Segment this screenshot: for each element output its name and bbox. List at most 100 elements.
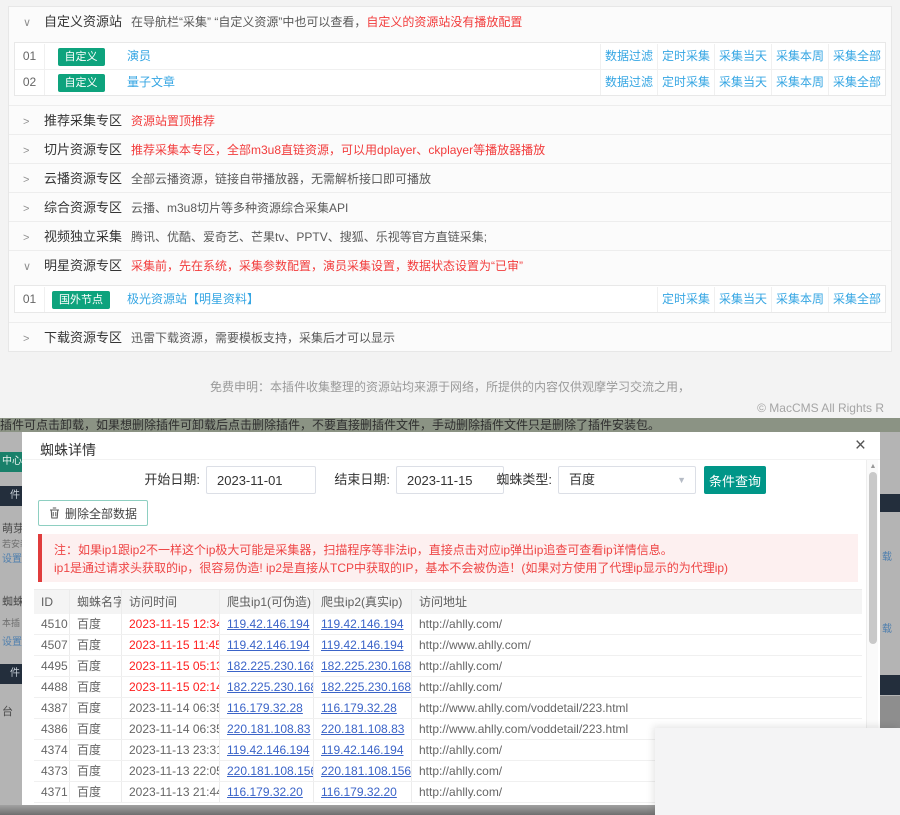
section-recommend[interactable]: >推荐采集专区资源站置顶推荐 (9, 105, 891, 134)
bg-fragment-link: 设置 (2, 633, 22, 648)
action-collect-week[interactable]: 采集本周 (776, 49, 824, 63)
custom-sites-table: 01 自定义 演员 数据过滤 定时采集 采集当天 采集本周 采集全部 02 自定… (14, 42, 886, 96)
section-title: 视频独立采集 (44, 229, 122, 244)
spider-row: 4507 百度 2023-11-15 11:45:15 119.42.146.1… (34, 635, 862, 656)
action-collect-week[interactable]: 采集本周 (776, 292, 824, 306)
collapse-arrow-icon: > (23, 108, 35, 134)
ip1-link[interactable]: 119.42.146.194 (227, 638, 310, 652)
ip1-link[interactable]: 116.179.32.20 (227, 785, 303, 799)
visit-time: 2023-11-13 22:05:50 (122, 761, 220, 781)
action-collect-week[interactable]: 采集本周 (776, 75, 824, 89)
section-desc: 迅雷下载资源，需要模板支持，采集后才可以显示 (131, 331, 395, 345)
action-collect-all[interactable]: 采集全部 (833, 49, 881, 63)
section-custom-sites[interactable]: ∨自定义资源站在导航栏“采集” “自定义资源”中也可以查看，自定义的资源站没有播… (9, 7, 891, 36)
star-table: 01 国外节点 极光资源站【明星资料】 定时采集 采集当天 采集本周 采集全部 (14, 285, 886, 313)
row-index: 02 (15, 70, 45, 95)
spider-name: 百度 (70, 614, 122, 634)
action-data-filter[interactable]: 数据过滤 (605, 75, 653, 89)
action-timed-collect[interactable]: 定时采集 (662, 49, 710, 63)
spider-id: 4374 (34, 740, 70, 760)
ip1-link[interactable]: 119.42.146.194 (227, 617, 310, 631)
spider-name: 百度 (70, 677, 122, 697)
spider-name: 百度 (70, 782, 122, 802)
action-collect-all[interactable]: 采集全部 (833, 75, 881, 89)
section-download[interactable]: >下载资源专区迅雷下载资源，需要模板支持，采集后才可以显示 (9, 322, 891, 351)
ip2-link[interactable]: 220.181.108.83 (321, 722, 404, 736)
resource-link[interactable]: 极光资源站【明星资料】 (127, 292, 259, 306)
collapse-arrow-icon: > (23, 195, 35, 221)
start-date-input[interactable] (206, 466, 316, 494)
ip2-link[interactable]: 182.225.230.168 (321, 680, 411, 694)
ip1-link[interactable]: 182.225.230.168 (227, 680, 314, 694)
end-date-label: 结束日期: (328, 466, 390, 494)
action-collect-today[interactable]: 采集当天 (719, 49, 767, 63)
action-data-filter[interactable]: 数据过滤 (605, 49, 653, 63)
section-title: 云播资源专区 (44, 171, 122, 186)
visit-time: 2023-11-13 21:44:07 (122, 782, 220, 802)
section-video-direct[interactable]: >视频独立采集腾讯、优酷、爱奇艺、芒果tv、PPTV、搜狐、乐视等官方直链采集; (9, 221, 891, 250)
bg-fragment-text: 蜘蛛 (2, 593, 24, 609)
ip2-link[interactable]: 182.225.230.168 (321, 659, 411, 673)
ip2-link[interactable]: 119.42.146.194 (321, 617, 404, 631)
scroll-up-icon[interactable]: ▲ (867, 463, 879, 470)
delete-all-button[interactable]: 删除全部数据 (38, 500, 148, 526)
chevron-down-icon: ▼ (677, 467, 686, 493)
ip1-link[interactable]: 220.181.108.83 (227, 722, 310, 736)
modal-title: 蜘蛛详情 (40, 440, 96, 460)
ip2-link[interactable]: 220.181.108.156 (321, 764, 411, 778)
section-composite[interactable]: >综合资源专区云播、m3u8切片等多种资源综合采集API (9, 192, 891, 221)
visit-url: http://ahlly.com/ (412, 677, 862, 697)
ip1-link[interactable]: 220.181.108.156 (227, 764, 314, 778)
spider-type-label: 蜘蛛类型: (484, 466, 552, 494)
spider-row: 4387 百度 2023-11-14 06:35:41 116.179.32.2… (34, 698, 862, 719)
row-index: 01 (15, 44, 45, 69)
spider-id: 4495 (34, 656, 70, 676)
ip2-link[interactable]: 119.42.146.194 (321, 638, 404, 652)
scrollbar-thumb[interactable] (869, 472, 877, 644)
spider-row: 4488 百度 2023-11-15 02:14:28 182.225.230.… (34, 677, 862, 698)
action-collect-today[interactable]: 采集当天 (719, 75, 767, 89)
visit-url: http://www.ahlly.com/ (412, 635, 862, 655)
ip2-link[interactable]: 119.42.146.194 (321, 743, 404, 757)
section-desc: 在导航栏“采集” “自定义资源”中也可以查看， (131, 15, 366, 29)
resource-accordion: ∨自定义资源站在导航栏“采集” “自定义资源”中也可以查看，自定义的资源站没有播… (8, 6, 892, 352)
resource-link[interactable]: 演员 (127, 49, 151, 63)
query-button[interactable]: 条件查询 (704, 466, 766, 494)
spider-table-header: ID 蜘蛛名字 访问时间 爬虫ip1(可伪造) 爬虫ip2(真实ip) 访问地址 (34, 590, 862, 614)
bg-fragment-text: 本插 (2, 616, 20, 629)
section-desc-warning: 资源站置顶推荐 (131, 114, 215, 128)
ip-notice-line2: ip1是通过请求头获取的ip，很容易伪造! ip2是直接从TCP中获取的IP，基… (54, 559, 858, 577)
ip1-link[interactable]: 182.225.230.168 (227, 659, 314, 673)
disclaimer-text: 免费申明：本插件收集整理的资源站均来源于网络，所提供的内容仅供观摩学习交流之用， (0, 378, 900, 395)
section-desc-warning: 采集前，先在系统，采集参数配置，演员采集设置，数据状态设置为“已审” (131, 259, 523, 273)
visit-url: http://www.ahlly.com/voddetail/223.html (412, 698, 862, 718)
close-icon[interactable]: × (855, 434, 866, 458)
ip2-link[interactable]: 116.179.32.28 (321, 701, 397, 715)
bg-fragment-navy-bar: 件 (0, 664, 22, 684)
collapse-arrow-icon: > (23, 137, 35, 163)
resource-link[interactable]: 量子文章 (127, 75, 175, 89)
bg-fragment-text: 萌芽 (2, 520, 24, 536)
action-collect-today[interactable]: 采集当天 (719, 292, 767, 306)
action-timed-collect[interactable]: 定时采集 (662, 75, 710, 89)
section-star[interactable]: ∨明星资源专区采集前，先在系统，采集参数配置，演员采集设置，数据状态设置为“已审… (9, 250, 891, 279)
section-cloudplay[interactable]: >云播资源专区全部云播资源，链接自带播放器，无需解析接口即可播放 (9, 163, 891, 192)
collapse-arrow-icon: > (23, 224, 35, 250)
visit-time: 2023-11-15 02:14:28 (122, 677, 220, 697)
action-timed-collect[interactable]: 定时采集 (662, 292, 710, 306)
section-title: 下载资源专区 (44, 330, 122, 345)
bg-fragment-navy-bar: 件 (0, 486, 22, 506)
bottom-dim-band (0, 805, 655, 815)
spider-row: 4510 百度 2023-11-15 12:34:43 119.42.146.1… (34, 614, 862, 635)
ip1-link[interactable]: 116.179.32.28 (227, 701, 303, 715)
bg-fragment-link: 设置 (2, 550, 22, 565)
action-collect-all[interactable]: 采集全部 (833, 292, 881, 306)
spider-type-select[interactable]: 百度 ▼ (558, 466, 696, 494)
visit-time: 2023-11-14 06:35:41 (122, 719, 220, 739)
table-row: 02 自定义 量子文章 数据过滤 定时采集 采集当天 采集本周 采集全部 (15, 69, 885, 95)
section-slice[interactable]: >切片资源专区推荐采集本专区，全部m3u8直链资源，可以用dplayer、ckp… (9, 134, 891, 163)
ip1-link[interactable]: 119.42.146.194 (227, 743, 310, 757)
visit-time: 2023-11-15 11:45:15 (122, 635, 220, 655)
visit-time: 2023-11-15 12:34:43 (122, 614, 220, 634)
ip2-link[interactable]: 116.179.32.20 (321, 785, 397, 799)
